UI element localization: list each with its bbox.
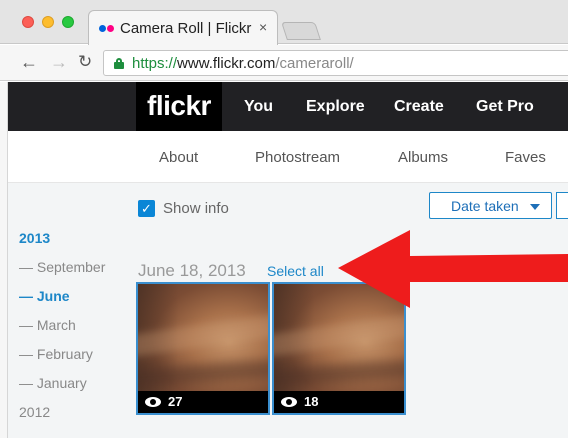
nav-get-pro[interactable]: Get Pro — [476, 98, 534, 116]
timeline-year-2012[interactable]: 2012 — [19, 404, 50, 420]
tab-title: Camera Roll | Flickr — [120, 20, 252, 37]
timeline-month-february[interactable]: — February — [19, 346, 93, 362]
maximize-window-button[interactable] — [62, 16, 74, 28]
browser-titlebar: Camera Roll | Flickr × — [0, 0, 568, 45]
show-info-label: Show info — [163, 200, 229, 217]
sort-dropdown[interactable]: Date taken — [429, 192, 552, 219]
tab-about[interactable]: About — [159, 149, 198, 166]
view-count: 18 — [304, 394, 319, 409]
caret-down-icon — [530, 204, 540, 210]
browser-toolbar: ← → ↻ https://www.flickr.com/cameraroll/ — [0, 45, 568, 81]
back-arrow-icon[interactable]: ← — [20, 51, 38, 73]
sort-dropdown-label: Date taken — [451, 198, 519, 214]
tab-faves[interactable]: Faves — [505, 149, 546, 166]
eye-icon — [281, 397, 297, 407]
timeline-year-2013[interactable]: 2013 — [19, 230, 50, 246]
minimize-window-button[interactable] — [42, 16, 54, 28]
nav-you[interactable]: You — [244, 98, 273, 116]
nav-create[interactable]: Create — [394, 98, 444, 116]
photo-info-bar: 27 — [138, 391, 268, 413]
timeline-month-september[interactable]: — September — [19, 259, 105, 275]
lock-icon — [114, 58, 124, 69]
tab-albums[interactable]: Albums — [398, 149, 448, 166]
timeline-month-june[interactable]: — June — [19, 288, 70, 304]
group-date-heading: June 18, 2013 — [138, 261, 246, 280]
forward-arrow-icon[interactable]: → — [50, 51, 68, 73]
profile-sub-nav: About Photostream Albums Faves — [8, 131, 568, 183]
select-all-link[interactable]: Select all — [267, 263, 324, 279]
photo-info-bar: 18 — [274, 391, 404, 413]
timeline-month-march[interactable]: — March — [19, 317, 76, 333]
eye-icon — [145, 397, 161, 407]
url-text[interactable]: https://www.flickr.com/cameraroll/ — [132, 55, 354, 72]
close-window-button[interactable] — [22, 16, 34, 28]
annotation-arrow-icon — [338, 230, 568, 308]
window-left-edge — [0, 82, 8, 438]
view-toggle-button[interactable] — [556, 192, 568, 219]
tab-photostream[interactable]: Photostream — [255, 149, 340, 166]
flickr-top-nav: flickr You Explore Create Get Pro — [8, 82, 568, 131]
timeline-month-january[interactable]: — January — [19, 375, 87, 391]
tab-close-icon[interactable]: × — [259, 19, 267, 35]
view-count: 27 — [168, 394, 183, 409]
browser-tab[interactable]: Camera Roll | Flickr × — [88, 10, 278, 45]
flickr-favicon-icon — [99, 25, 115, 33]
new-tab-button[interactable] — [281, 22, 321, 40]
nav-explore[interactable]: Explore — [306, 98, 365, 116]
photo-thumbnail[interactable]: 27 — [136, 282, 270, 415]
flickr-logo[interactable]: flickr — [136, 82, 222, 131]
address-bar[interactable]: https://www.flickr.com/cameraroll/ — [103, 50, 568, 76]
show-info-checkbox[interactable]: ✓ — [138, 200, 155, 217]
reload-icon[interactable]: ↻ — [78, 51, 92, 73]
